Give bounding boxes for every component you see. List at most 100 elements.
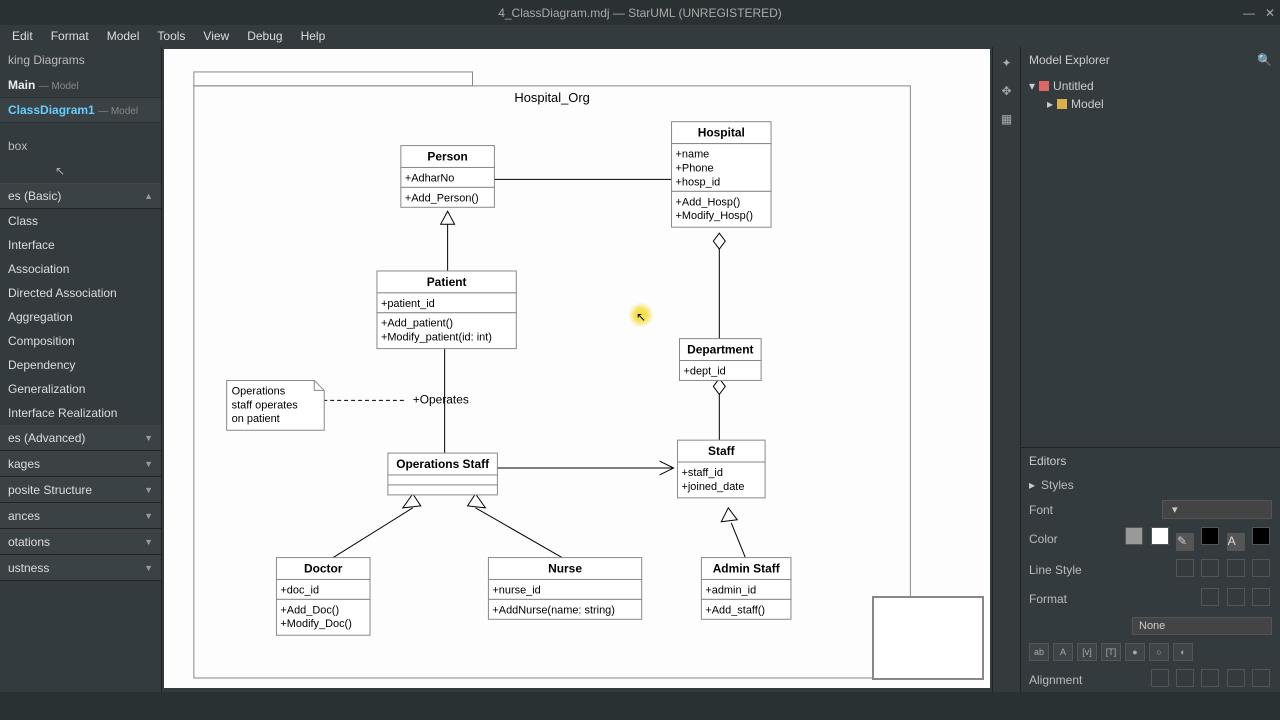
robustness-header[interactable]: ustness▼ <box>0 555 161 581</box>
class-operations-staff[interactable]: Operations Staff <box>388 453 497 495</box>
svg-text:+Modify_Doc(): +Modify_Doc() <box>280 618 351 630</box>
tool-aggregation[interactable]: Aggregation <box>0 305 161 329</box>
svg-text:+joined_date: +joined_date <box>681 481 744 493</box>
window-title: 4_ClassDiagram.mdj — StarUML (UNREGISTER… <box>498 6 782 20</box>
class-hospital[interactable]: Hospital +name +Phone +hosp_id +Add_Hosp… <box>672 122 772 227</box>
format-label: Format <box>1029 592 1067 606</box>
alignment-label: Alignment <box>1029 673 1082 687</box>
svg-text:Staff: Staff <box>708 444 735 458</box>
tool-association[interactable]: Association <box>0 257 161 281</box>
opt3-icon[interactable]: [v] <box>1077 643 1097 661</box>
opt4-icon[interactable]: [T] <box>1101 643 1121 661</box>
bg-color[interactable] <box>1151 527 1169 545</box>
tool-class[interactable]: Class <box>0 209 161 233</box>
stereotype-select[interactable]: None <box>1132 617 1272 635</box>
close-icon[interactable]: ✕ <box>1265 6 1275 20</box>
svg-text:staff operates: staff operates <box>232 399 299 411</box>
svg-text:+name: +name <box>676 149 710 161</box>
menu-tools[interactable]: Tools <box>149 27 193 45</box>
text-color[interactable] <box>1252 527 1270 545</box>
class-doctor[interactable]: Doctor +doc_id +Add_Doc() +Modify_Doc() <box>276 558 370 636</box>
menu-debug[interactable]: Debug <box>239 27 290 45</box>
packages-header[interactable]: kages▼ <box>0 451 161 477</box>
classes-advanced-header[interactable]: es (Advanced)▼ <box>0 425 161 451</box>
tool-dependency[interactable]: Dependency <box>0 353 161 377</box>
align-right-icon[interactable] <box>1201 669 1219 687</box>
line-color[interactable] <box>1201 527 1219 545</box>
diagram-classdiagram1[interactable]: ClassDiagram1 — Model <box>0 98 161 123</box>
svg-text:+Phone: +Phone <box>676 162 714 174</box>
fmt1-icon[interactable] <box>1201 588 1219 606</box>
composite-header[interactable]: posite Structure▼ <box>0 477 161 503</box>
svg-text:Doctor: Doctor <box>304 562 343 576</box>
move-icon[interactable]: ✥ <box>997 81 1017 101</box>
opt2-icon[interactable]: A <box>1053 643 1073 661</box>
annotations-header[interactable]: otations▼ <box>0 529 161 555</box>
svg-text:+staff_id: +staff_id <box>681 467 722 479</box>
class-patient[interactable]: Patient +patient_id +Add_patient() +Modi… <box>377 271 516 349</box>
align-middle-icon[interactable] <box>1252 669 1270 687</box>
tool-directed-association[interactable]: Directed Association <box>0 281 161 305</box>
menu-model[interactable]: Model <box>99 27 148 45</box>
opt5-icon[interactable]: ● <box>1125 643 1145 661</box>
menu-format[interactable]: Format <box>43 27 97 45</box>
linestyle-label: Line Style <box>1029 563 1082 577</box>
right-toolbar: ✦ ✥ ▦ <box>992 47 1020 720</box>
menu-help[interactable]: Help <box>293 27 334 45</box>
align-center-icon[interactable] <box>1176 669 1194 687</box>
svg-text:+dept_id: +dept_id <box>683 365 725 377</box>
line-rect-icon[interactable] <box>1176 559 1194 577</box>
fill-color-icon[interactable] <box>1125 527 1143 545</box>
line-rounded-icon[interactable] <box>1227 559 1245 577</box>
tree-root[interactable]: ▾Untitled <box>1029 77 1272 95</box>
color-label: Color <box>1029 532 1058 546</box>
tree-model[interactable]: ▸Model <box>1029 95 1272 113</box>
status-bar <box>0 692 1280 720</box>
menu-view[interactable]: View <box>195 27 237 45</box>
cursor-icon: ↖ <box>636 310 646 324</box>
svg-text:+admin_id: +admin_id <box>705 584 756 596</box>
pen-icon[interactable]: ✎ <box>1176 533 1194 551</box>
class-department[interactable]: Department +dept_id <box>680 339 762 381</box>
instances-header[interactable]: ances▼ <box>0 503 161 529</box>
class-person[interactable]: Person +AdharNo +Add_Person() <box>401 146 495 208</box>
tool-generalization[interactable]: Generalization <box>0 377 161 401</box>
opt1-icon[interactable]: ab <box>1029 643 1049 661</box>
pointer-icon[interactable]: ↖ <box>55 164 65 178</box>
toolbox-label: box <box>0 133 161 159</box>
align-left-icon[interactable] <box>1151 669 1169 687</box>
tool-interface-realization[interactable]: Interface Realization <box>0 401 161 425</box>
align-top-icon[interactable] <box>1227 669 1245 687</box>
extension-icon[interactable]: ✦ <box>997 53 1017 73</box>
line-oblique-icon[interactable] <box>1201 559 1219 577</box>
menu-edit[interactable]: Edit <box>4 27 41 45</box>
text-icon[interactable]: A <box>1227 533 1245 551</box>
opt6-icon[interactable]: ○ <box>1149 643 1169 661</box>
svg-text:+AddNurse(name: string): +AddNurse(name: string) <box>492 604 615 616</box>
minimize-icon[interactable]: — <box>1243 6 1255 20</box>
svg-text:Admin Staff: Admin Staff <box>713 562 780 576</box>
svg-text:Hospital: Hospital <box>698 126 745 140</box>
classes-basic-header[interactable]: es (Basic)▲ <box>0 183 161 209</box>
svg-text:+Add_staff(): +Add_staff() <box>705 604 765 616</box>
opt7-icon[interactable]: ◐ <box>1173 643 1193 661</box>
line-curve-icon[interactable] <box>1252 559 1270 577</box>
search-icon[interactable]: 🔍 <box>1257 53 1272 67</box>
font-select[interactable]: ▾ <box>1162 500 1272 519</box>
diagram-main[interactable]: Main — Model <box>0 73 161 98</box>
class-admin-staff[interactable]: Admin Staff +admin_id +Add_staff() <box>701 558 791 620</box>
minimap[interactable] <box>872 596 984 680</box>
tool-interface[interactable]: Interface <box>0 233 161 257</box>
svg-text:+Operates: +Operates <box>413 392 469 406</box>
fmt3-icon[interactable] <box>1252 588 1270 606</box>
grid-icon[interactable]: ▦ <box>997 109 1017 129</box>
fmt2-icon[interactable] <box>1227 588 1245 606</box>
tool-composition[interactable]: Composition <box>0 329 161 353</box>
styles-row[interactable]: ▸Styles <box>1021 474 1280 496</box>
svg-text:+doc_id: +doc_id <box>280 584 319 596</box>
svg-text:Patient: Patient <box>427 275 467 289</box>
diagram-canvas[interactable]: Hospital_Org <box>162 47 992 720</box>
class-staff[interactable]: Staff +staff_id +joined_date <box>678 440 766 498</box>
note-operates[interactable]: Operations staff operates on patient <box>227 380 325 430</box>
class-nurse[interactable]: Nurse +nurse_id +AddNurse(name: string) <box>488 558 641 620</box>
